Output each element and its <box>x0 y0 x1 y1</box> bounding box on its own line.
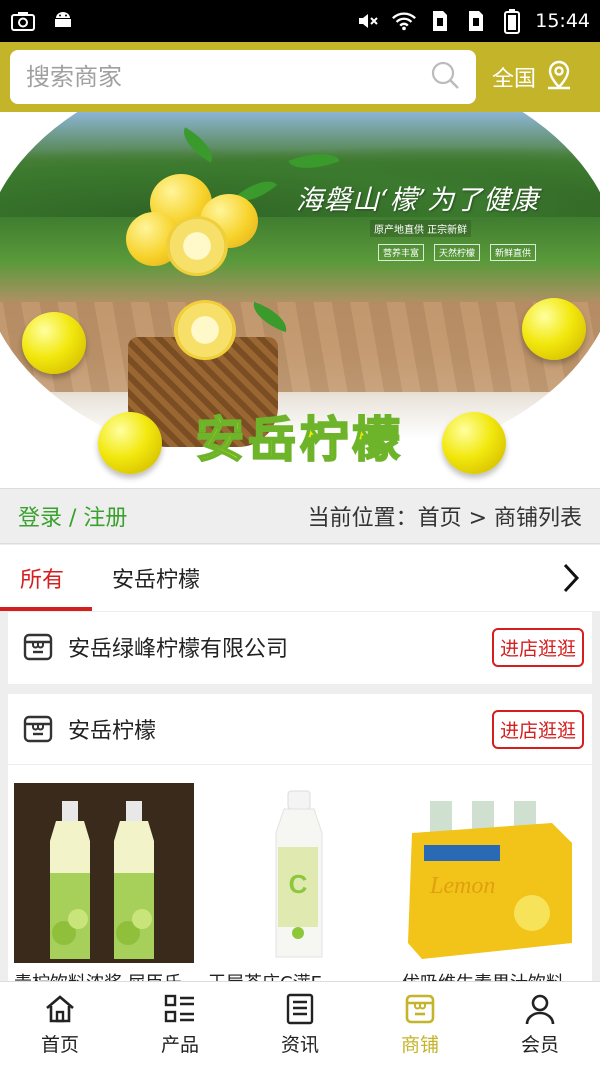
brand-title: 安岳柠檬 <box>195 411 404 469</box>
product-image[interactable] <box>14 783 194 963</box>
category-tabs: 所有 安岳柠檬 <box>0 545 600 611</box>
nav-label: 首页 <box>40 1034 79 1056</box>
promo-banner[interactable]: 海磐山‘檬’为了健康 原产地直供 正宗新鲜 营养丰富 天然柠檬 新鲜直供 安岳柠… <box>0 112 600 488</box>
location-pin-icon <box>544 58 574 96</box>
tab-anyue-lemon[interactable]: 安岳柠檬 <box>92 545 220 611</box>
breadcrumb: 当前位置：首页 > 商铺列表 <box>307 506 582 531</box>
store-icon <box>22 631 54 663</box>
region-label: 全国 <box>492 67 537 92</box>
nav-home[interactable]: 首页 <box>0 982 120 1067</box>
nav-products[interactable]: 产品 <box>120 982 240 1067</box>
tab-all[interactable]: 所有 <box>0 545 92 611</box>
banner-tag: 新鲜直供 <box>490 244 537 261</box>
search-icon[interactable] <box>430 60 460 94</box>
nav-news[interactable]: 资讯 <box>240 982 360 1067</box>
nav-shops[interactable]: 商铺 <box>360 982 480 1067</box>
region-selector[interactable]: 全国 <box>492 58 574 96</box>
header: 全国 <box>0 42 600 112</box>
store-card: 安岳柠檬 进店逛逛 青柠饮料浓浆 屈臣氏 <box>8 694 592 993</box>
battery-icon <box>499 8 525 34</box>
product-item[interactable]: C 王屋茶庄C满E <box>208 783 388 993</box>
svg-text:C: C <box>289 869 308 899</box>
product-image[interactable]: C <box>208 783 388 963</box>
product-image[interactable]: Lemon <box>402 783 582 963</box>
home-icon <box>43 992 77 1026</box>
store-name[interactable]: 安岳绿峰柠檬有限公司 <box>68 631 288 663</box>
search-box[interactable] <box>10 50 476 104</box>
breadcrumb-bar: 登录 / 注册 当前位置：首页 > 商铺列表 <box>0 488 600 544</box>
banner-tag: 天然柠檬 <box>434 244 481 261</box>
banner-slogan: 海磐山‘檬’为了健康 <box>296 185 540 216</box>
grid-list-icon <box>163 992 197 1026</box>
visit-store-button[interactable]: 进店逛逛 <box>491 709 584 749</box>
store-icon <box>22 713 54 745</box>
nav-member[interactable]: 会员 <box>480 982 600 1067</box>
nav-label: 会员 <box>520 1034 559 1056</box>
login-register-link[interactable]: 登录 / 注册 <box>18 500 127 532</box>
banner-tags: 营养丰富 天然柠檬 新鲜直供 <box>378 244 537 261</box>
status-bar: 15:44 <box>0 0 600 42</box>
wifi-icon <box>391 8 417 34</box>
clock: 15:44 <box>535 10 590 32</box>
product-item[interactable]: 青柠饮料浓浆 屈臣氏 <box>14 783 194 993</box>
lemon-decoration <box>522 298 586 360</box>
sim2-icon <box>463 8 489 34</box>
bottom-nav: 首页 产品 资讯 商铺 会员 <box>0 981 600 1067</box>
sim1-icon <box>427 8 453 34</box>
chevron-right-icon[interactable] <box>556 558 586 598</box>
news-icon <box>283 992 317 1026</box>
svg-text:Lemon: Lemon <box>429 873 495 899</box>
search-input[interactable] <box>26 63 430 91</box>
android-icon <box>50 8 76 34</box>
product-item[interactable]: Lemon 优吸维生素果汁饮料 <box>402 783 582 993</box>
lemon-decoration <box>22 312 86 374</box>
shop-icon <box>403 992 437 1026</box>
visit-store-button[interactable]: 进店逛逛 <box>491 627 584 667</box>
user-icon <box>523 992 557 1026</box>
product-list: 青柠饮料浓浆 屈臣氏 C 王屋茶庄C满E <box>8 764 592 993</box>
store-card: 安岳绿峰柠檬有限公司 进店逛逛 <box>8 612 592 684</box>
store-name[interactable]: 安岳柠檬 <box>68 713 156 745</box>
banner-tag: 营养丰富 <box>378 244 425 261</box>
banner-subtitle: 原产地直供 正宗新鲜 <box>370 220 472 237</box>
nav-label: 产品 <box>160 1034 199 1056</box>
screenshot-icon <box>10 8 36 34</box>
mute-icon <box>355 8 381 34</box>
nav-label: 商铺 <box>400 1034 439 1056</box>
nav-label: 资讯 <box>280 1034 319 1056</box>
